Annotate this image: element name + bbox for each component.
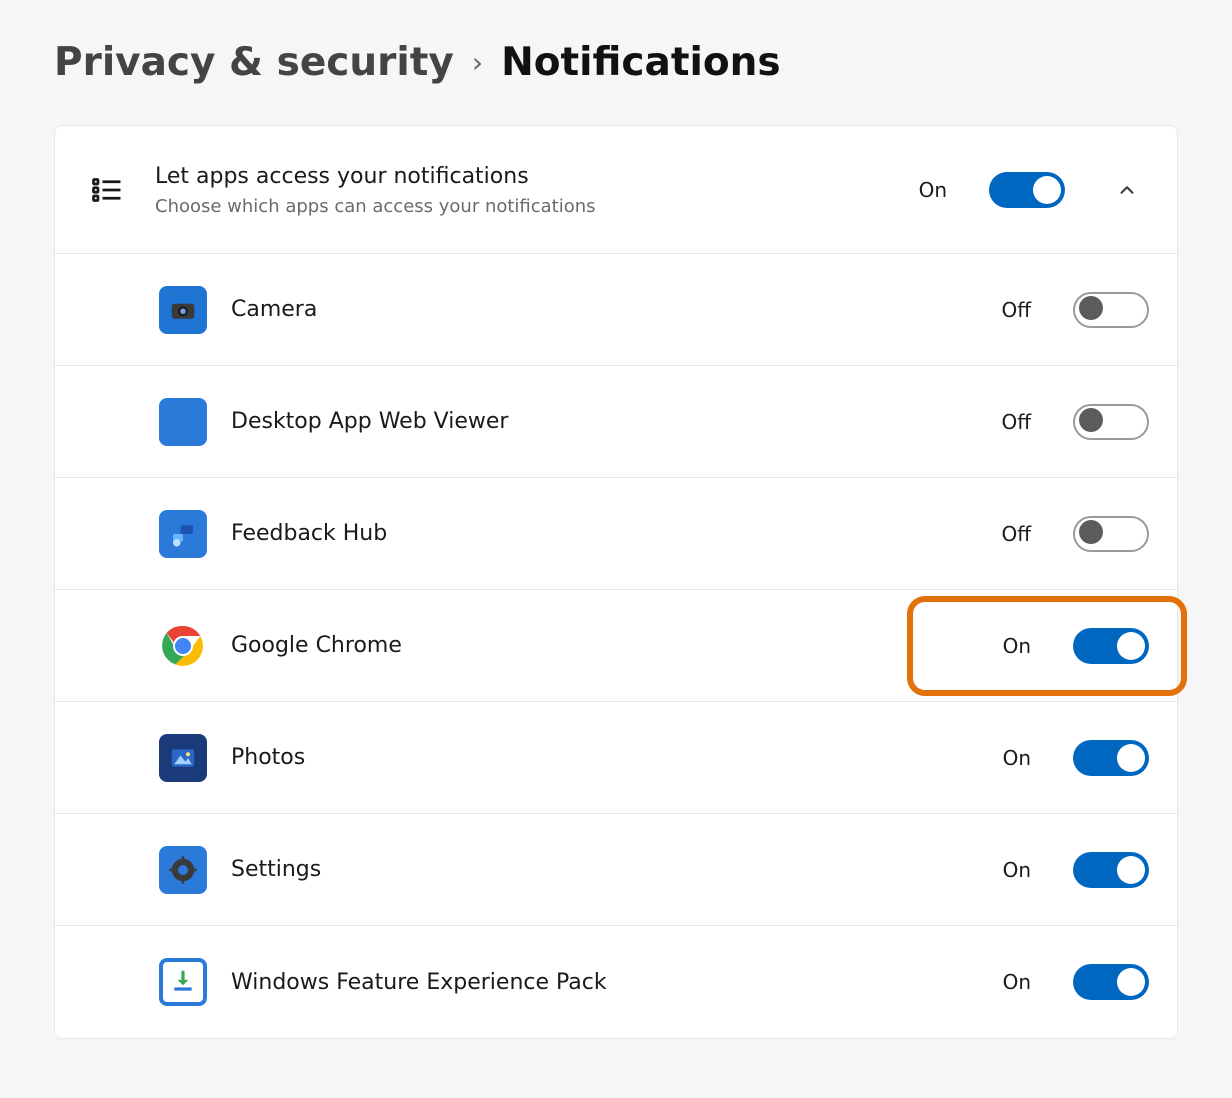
notifications-panel: Let apps access your notifications Choos… [54, 125, 1178, 1039]
photos-icon [159, 734, 207, 782]
breadcrumb: Privacy & security › Notifications [0, 0, 1232, 125]
app-toggle-label: On [1003, 858, 1031, 882]
breadcrumb-parent[interactable]: Privacy & security [54, 40, 454, 85]
app-name-label: Feedback Hub [231, 521, 977, 546]
section-header[interactable]: Let apps access your notifications Choos… [55, 126, 1177, 254]
app-row: Settings On [55, 814, 1177, 926]
list-icon [83, 172, 131, 208]
section-subtitle: Choose which apps can access your notifi… [155, 196, 895, 217]
chrome-icon [159, 622, 207, 670]
app-name-label: Google Chrome [231, 633, 979, 658]
chevron-up-icon[interactable] [1105, 168, 1149, 212]
chevron-right-icon: › [472, 46, 483, 79]
app-name-label: Camera [231, 297, 977, 322]
section-toggle[interactable] [989, 172, 1065, 208]
breadcrumb-current: Notifications [501, 40, 781, 85]
app-toggle-feedback-hub[interactable] [1073, 516, 1149, 552]
app-toggle-photos[interactable] [1073, 740, 1149, 776]
app-toggle-label: Off [1001, 522, 1031, 546]
app-name-label: Settings [231, 857, 979, 882]
app-toggle-label: On [1003, 746, 1031, 770]
app-toggle-label: On [1003, 970, 1031, 994]
app-name-label: Photos [231, 745, 979, 770]
section-title: Let apps access your notifications [155, 162, 895, 193]
app-toggle-label: Off [1001, 410, 1031, 434]
app-toggle-camera[interactable] [1073, 292, 1149, 328]
app-toggle-label: Off [1001, 298, 1031, 322]
app-row: Windows Feature Experience Pack On [55, 926, 1177, 1038]
camera-icon [159, 286, 207, 334]
app-name-label: Windows Feature Experience Pack [231, 970, 979, 995]
app-toggle-settings[interactable] [1073, 852, 1149, 888]
app-row: Feedback Hub Off [55, 478, 1177, 590]
app-name-label: Desktop App Web Viewer [231, 409, 977, 434]
section-header-text: Let apps access your notifications Choos… [155, 162, 895, 218]
app-toggle-desktop-app-web-viewer[interactable] [1073, 404, 1149, 440]
app-row: Photos On [55, 702, 1177, 814]
app-toggle-label: On [1003, 634, 1031, 658]
feedback-hub-icon [159, 510, 207, 558]
app-toggle-windows-feature-experience-pack[interactable] [1073, 964, 1149, 1000]
app-row: Desktop App Web Viewer Off [55, 366, 1177, 478]
blank-icon [159, 398, 207, 446]
download-icon [159, 958, 207, 1006]
section-toggle-label: On [919, 178, 947, 202]
settings-icon [159, 846, 207, 894]
app-row: Google Chrome On [55, 590, 1177, 702]
app-toggle-google-chrome[interactable] [1073, 628, 1149, 664]
app-row: Camera Off [55, 254, 1177, 366]
